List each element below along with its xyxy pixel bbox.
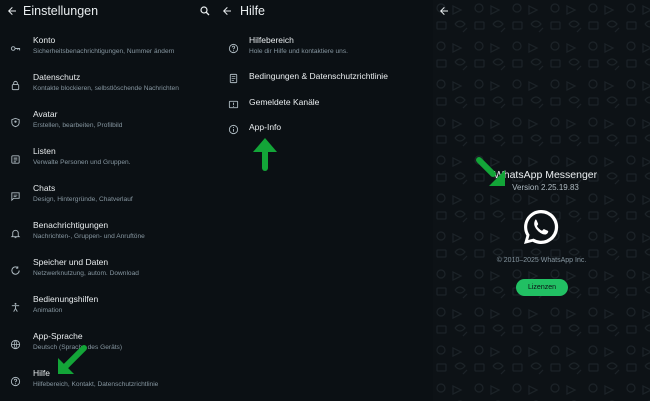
item-label: Hilfebereich (249, 35, 294, 45)
doodle-background (433, 0, 650, 401)
settings-item-avatar[interactable]: Avatar Erstellen, bearbeiten, Profilbild (0, 108, 215, 136)
settings-item-konto[interactable]: Konto Sicherheitsbenachrichtigungen, Num… (0, 34, 215, 62)
item-label: Datenschutz (33, 72, 81, 82)
settings-item-chats[interactable]: Chats Design, Hintergründe, Chatverlauf (0, 182, 215, 210)
settings-item-datenschutz[interactable]: Datenschutz Kontakte blockieren, selbstl… (0, 71, 215, 99)
item-subtitle: Design, Hintergründe, Chatverlauf (33, 196, 133, 203)
item-subtitle: Nachrichten-, Gruppen- und Anruftöne (33, 233, 145, 240)
settings-item-hilfe[interactable]: Hilfe Hilfebereich, Kontakt, Datenschutz… (0, 367, 215, 395)
help-item-hilfebereich[interactable]: Hilfebereich Hole dir Hilfe und kontakti… (215, 34, 433, 62)
licenses-button[interactable]: Lizenzen (516, 279, 568, 296)
item-subtitle: Erstellen, bearbeiten, Profilbild (33, 122, 123, 129)
help-icon (228, 41, 239, 59)
item-label: Benachrichtigungen (33, 220, 109, 230)
globe-icon (10, 337, 21, 355)
item-label: Listen (33, 146, 56, 156)
app-version: Version 2.25.19.83 (512, 183, 579, 192)
search-icon[interactable] (199, 5, 211, 17)
lock-icon (10, 78, 21, 96)
app-info-pane: WhatsApp Messenger Version 2.25.19.83 © … (433, 0, 650, 401)
settings-item-speicher[interactable]: Speicher und Daten Netzwerknutzung, auto… (0, 256, 215, 284)
settings-header: Einstellungen (0, 0, 215, 24)
annotation-arrow-icon (475, 156, 509, 190)
chat-icon (10, 189, 21, 207)
info-icon (228, 122, 239, 140)
bell-icon (10, 226, 21, 244)
item-subtitle: Kontakte blockieren, selbstlöschende Nac… (33, 85, 179, 92)
help-header: Hilfe (215, 0, 433, 24)
back-arrow-icon[interactable] (438, 5, 450, 17)
page-title: Hilfe (240, 4, 266, 18)
settings-item-app-sprache[interactable]: App-Sprache Deutsch (Sprache des Geräts) (0, 330, 215, 358)
copyright-text: © 2010–2025 WhatsApp Inc. (496, 257, 587, 264)
item-label: App-Info (249, 122, 282, 132)
settings-item-listen[interactable]: Listen Verwalte Personen und Gruppen. (0, 145, 215, 173)
list-icon (10, 152, 21, 170)
item-label: Chats (33, 183, 56, 193)
item-label: Bedienungshilfen (33, 294, 99, 304)
item-subtitle: Verwalte Personen und Gruppen. (33, 159, 131, 166)
item-label: Gemeldete Kanäle (249, 97, 320, 107)
item-subtitle: Hilfebereich, Kontakt, Datenschutzrichtl… (33, 381, 159, 388)
accessibility-icon (10, 300, 21, 318)
flag-icon (228, 97, 239, 115)
data-icon (10, 263, 21, 281)
back-arrow-icon[interactable] (6, 5, 18, 17)
key-icon (10, 41, 21, 59)
help-item-gemeldete-kanaele[interactable]: Gemeldete Kanäle (215, 95, 433, 111)
item-label: Hilfe (33, 368, 51, 378)
settings-pane: Einstellungen Konto Sicherheitsbenachric… (0, 0, 215, 401)
item-label: Konto (33, 35, 56, 45)
annotation-arrow-icon (50, 340, 90, 380)
back-arrow-icon[interactable] (221, 5, 233, 17)
item-label: Speicher und Daten (33, 257, 109, 267)
settings-item-benachrichtigungen[interactable]: Benachrichtigungen Nachrichten-, Gruppen… (0, 219, 215, 247)
avatar-icon (10, 115, 21, 133)
page-title: Einstellungen (23, 4, 99, 18)
item-label: Bedingungen & Datenschutzrichtlinie (249, 71, 388, 81)
help-item-bedingungen[interactable]: Bedingungen & Datenschutzrichtlinie (215, 69, 433, 85)
item-subtitle: Animation (33, 307, 63, 314)
item-subtitle: Hole dir Hilfe und kontaktiere uns. (249, 48, 348, 55)
help-pane: Hilfe Hilfebereich Hole dir Hilfe und ko… (215, 0, 433, 401)
help-item-app-info[interactable]: App-Info (215, 120, 433, 136)
annotation-arrow-icon (251, 136, 279, 172)
item-label: Avatar (33, 109, 58, 119)
whatsapp-logo-icon (521, 207, 561, 247)
settings-item-bedienungshilfen[interactable]: Bedienungshilfen Animation (0, 293, 215, 321)
document-icon (228, 71, 239, 89)
item-subtitle: Sicherheitsbenachrichtigungen, Nummer än… (33, 48, 175, 55)
item-subtitle: Netzwerknutzung, autom. Download (33, 270, 139, 277)
help-icon (10, 374, 21, 392)
app-name: WhatsApp Messenger (493, 169, 598, 181)
